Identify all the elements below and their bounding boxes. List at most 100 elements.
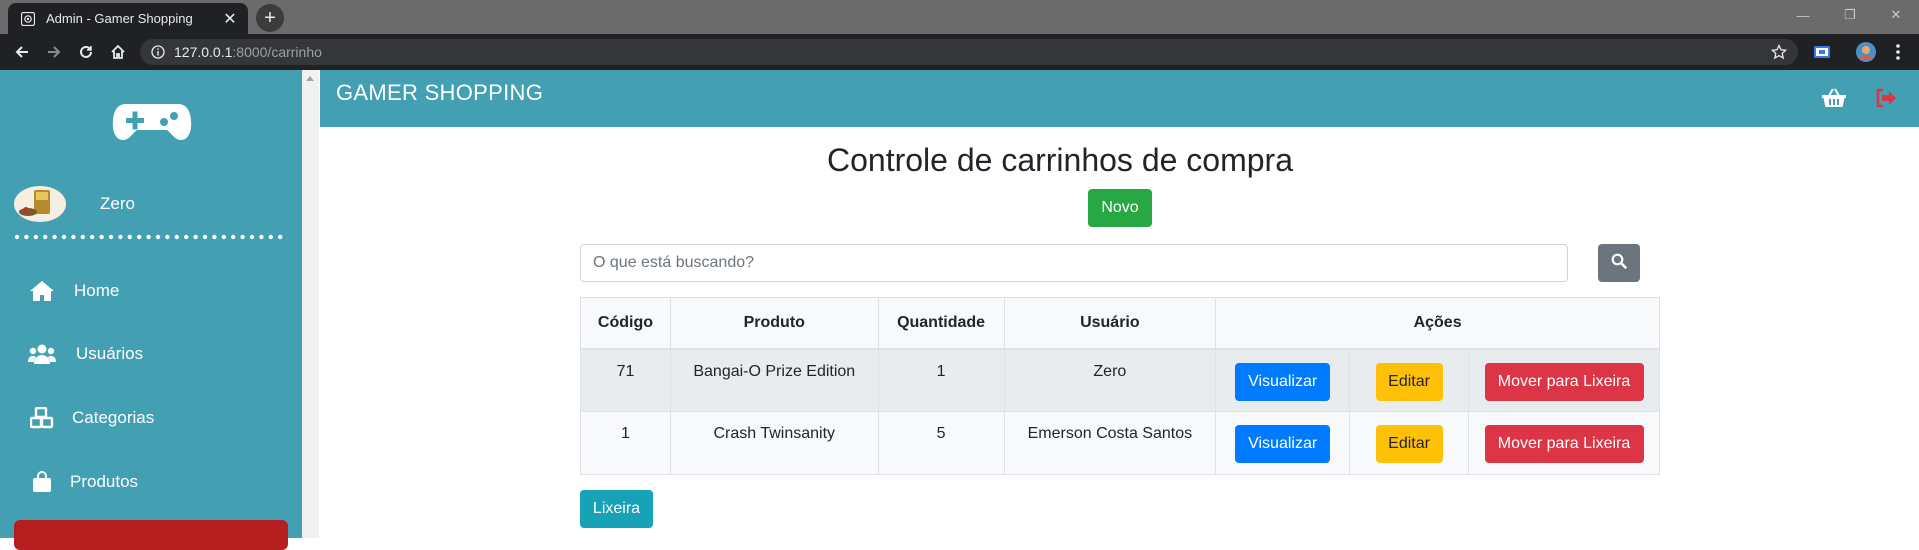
- reload-icon[interactable]: [74, 40, 98, 64]
- divider-dot: [80, 234, 86, 240]
- divider-dot: [146, 234, 151, 240]
- move-to-trash-button[interactable]: Mover para Lixeira: [1484, 362, 1644, 401]
- site-favicon-icon: [20, 11, 36, 27]
- address-toolbar: 127.0.0.1:8000/carrinho: [0, 34, 1919, 70]
- sidebar-item-active[interactable]: [14, 520, 288, 550]
- column-header-usuario[interactable]: Usuário: [1003, 297, 1217, 350]
- divider-dot: [268, 234, 273, 240]
- sidebar-item-label: Categorias: [72, 408, 155, 427]
- users-icon: [28, 341, 56, 367]
- brand-title[interactable]: GAMER SHOPPING: [336, 80, 543, 106]
- divider-dot: [43, 234, 48, 240]
- divider-dot: [174, 234, 179, 240]
- divider-dot: [193, 234, 198, 240]
- scroll-up-arrow-icon[interactable]: [306, 76, 314, 81]
- divider-dot: [202, 234, 208, 240]
- column-header-acoes: Ações: [1215, 297, 1660, 350]
- table-row: 1 Crash Twinsanity 5 Emerson Costa Santo…: [580, 411, 1660, 475]
- move-to-trash-button[interactable]: Mover para Lixeira: [1484, 425, 1644, 463]
- divider-dot: [249, 234, 255, 240]
- logout-icon[interactable]: [1872, 84, 1900, 112]
- trash-bin-button[interactable]: Lixeira: [580, 490, 653, 528]
- sidebar-item-label: Usuários: [76, 344, 144, 363]
- cell-quantidade: 1: [877, 348, 1005, 412]
- back-arrow-icon[interactable]: [10, 40, 34, 64]
- divider-dot: [118, 234, 123, 240]
- user-profile[interactable]: Zero: [14, 186, 135, 222]
- cart-table: Código Produto Quantidade Usuário Ações …: [580, 297, 1660, 475]
- edit-button[interactable]: Editar: [1375, 425, 1443, 463]
- categories-icon: [28, 405, 56, 431]
- bookmark-star-icon[interactable]: [1770, 43, 1788, 61]
- divider-dot: [155, 234, 161, 240]
- divider-dot: [137, 234, 142, 240]
- profile-avatar[interactable]: [1854, 40, 1878, 64]
- edit-button[interactable]: Editar: [1375, 362, 1443, 401]
- forward-arrow-icon[interactable]: [42, 40, 66, 64]
- new-tab-button[interactable]: +: [256, 4, 284, 32]
- extension-icon[interactable]: [1810, 40, 1834, 64]
- site-info-icon[interactable]: [150, 44, 166, 60]
- column-header-produto[interactable]: Produto: [669, 297, 879, 350]
- view-button[interactable]: Visualizar: [1235, 425, 1331, 463]
- top-header: GAMER SHOPPING: [320, 70, 1919, 127]
- sidebar-item-home[interactable]: Home: [28, 278, 119, 304]
- divider-dot: [90, 234, 95, 240]
- search-input[interactable]: [580, 244, 1568, 282]
- column-header-quantidade[interactable]: Quantidade: [877, 297, 1005, 350]
- minimize-button[interactable]: —: [1780, 0, 1826, 30]
- column-header-codigo[interactable]: Código: [580, 297, 671, 350]
- sidebar-item-usuarios[interactable]: Usuários: [28, 341, 143, 367]
- basket-icon[interactable]: [1820, 84, 1848, 112]
- cell-usuario: Zero: [1003, 348, 1217, 412]
- home-icon: [28, 278, 56, 304]
- divider-dot: [127, 234, 132, 240]
- table-row: 71 Bangai-O Prize Edition 1 Zero Visuali…: [580, 348, 1660, 412]
- home-page-icon[interactable]: [106, 40, 130, 64]
- cell-usuario: Emerson Costa Santos: [1003, 411, 1217, 475]
- divider-dot: [24, 234, 29, 240]
- divider-dot: [71, 234, 76, 240]
- sidebar-item-label: Home: [74, 281, 120, 300]
- divider-dot: [184, 234, 189, 240]
- tab-close-icon[interactable]: ✕: [220, 9, 240, 29]
- gamepad-icon[interactable]: [112, 98, 192, 142]
- browser-menu-icon[interactable]: [1886, 40, 1910, 64]
- divider-dot: [61, 234, 67, 240]
- table-header-row: Código Produto Quantidade Usuário Ações: [580, 297, 1660, 350]
- divider-dot: [52, 234, 57, 240]
- cell-codigo: 71: [580, 348, 671, 412]
- divider-dot: [259, 234, 264, 240]
- sidebar-scrollbar[interactable]: [302, 70, 319, 538]
- view-button[interactable]: Visualizar: [1235, 362, 1331, 401]
- cell-codigo: 1: [580, 411, 671, 475]
- divider-dot: [221, 234, 226, 240]
- tab-title: Admin - Gamer Shopping: [46, 11, 193, 26]
- sidebar-item-produtos[interactable]: Produtos: [28, 469, 138, 495]
- browser-tab[interactable]: Admin - Gamer Shopping ✕: [8, 3, 248, 34]
- divider-dot: [99, 234, 104, 240]
- sidebar-item-categorias[interactable]: Categorias: [28, 405, 154, 431]
- search-icon: [1611, 253, 1627, 274]
- page-title: Controle de carrinhos de compra: [826, 142, 1293, 178]
- divider-dot: [108, 234, 114, 240]
- sidebar: Zero Home Usuários Categorias Produtos: [0, 70, 302, 550]
- divider-dot: [240, 234, 245, 240]
- divider-dot: [14, 234, 20, 240]
- divider-dot: [278, 234, 283, 240]
- cell-view-action: Visualizar: [1215, 411, 1351, 475]
- sidebar-item-label: Produtos: [70, 472, 139, 491]
- url-path: :8000/carrinho: [232, 44, 322, 60]
- divider-dot: [231, 234, 236, 240]
- divider-dot: [33, 234, 38, 240]
- cell-quantidade: 5: [877, 411, 1005, 475]
- restore-button[interactable]: ❐: [1827, 0, 1873, 30]
- url-host: 127.0.0.1: [174, 44, 233, 60]
- url-bar[interactable]: 127.0.0.1:8000/carrinho: [140, 39, 1798, 65]
- cell-produto: Bangai-O Prize Edition: [669, 348, 879, 412]
- shopping-bag-icon: [28, 469, 56, 495]
- window-close-button[interactable]: ✕: [1873, 0, 1919, 30]
- search-button[interactable]: [1598, 244, 1640, 282]
- divider-dot: [212, 234, 217, 240]
- new-cart-button[interactable]: Novo: [1088, 189, 1152, 227]
